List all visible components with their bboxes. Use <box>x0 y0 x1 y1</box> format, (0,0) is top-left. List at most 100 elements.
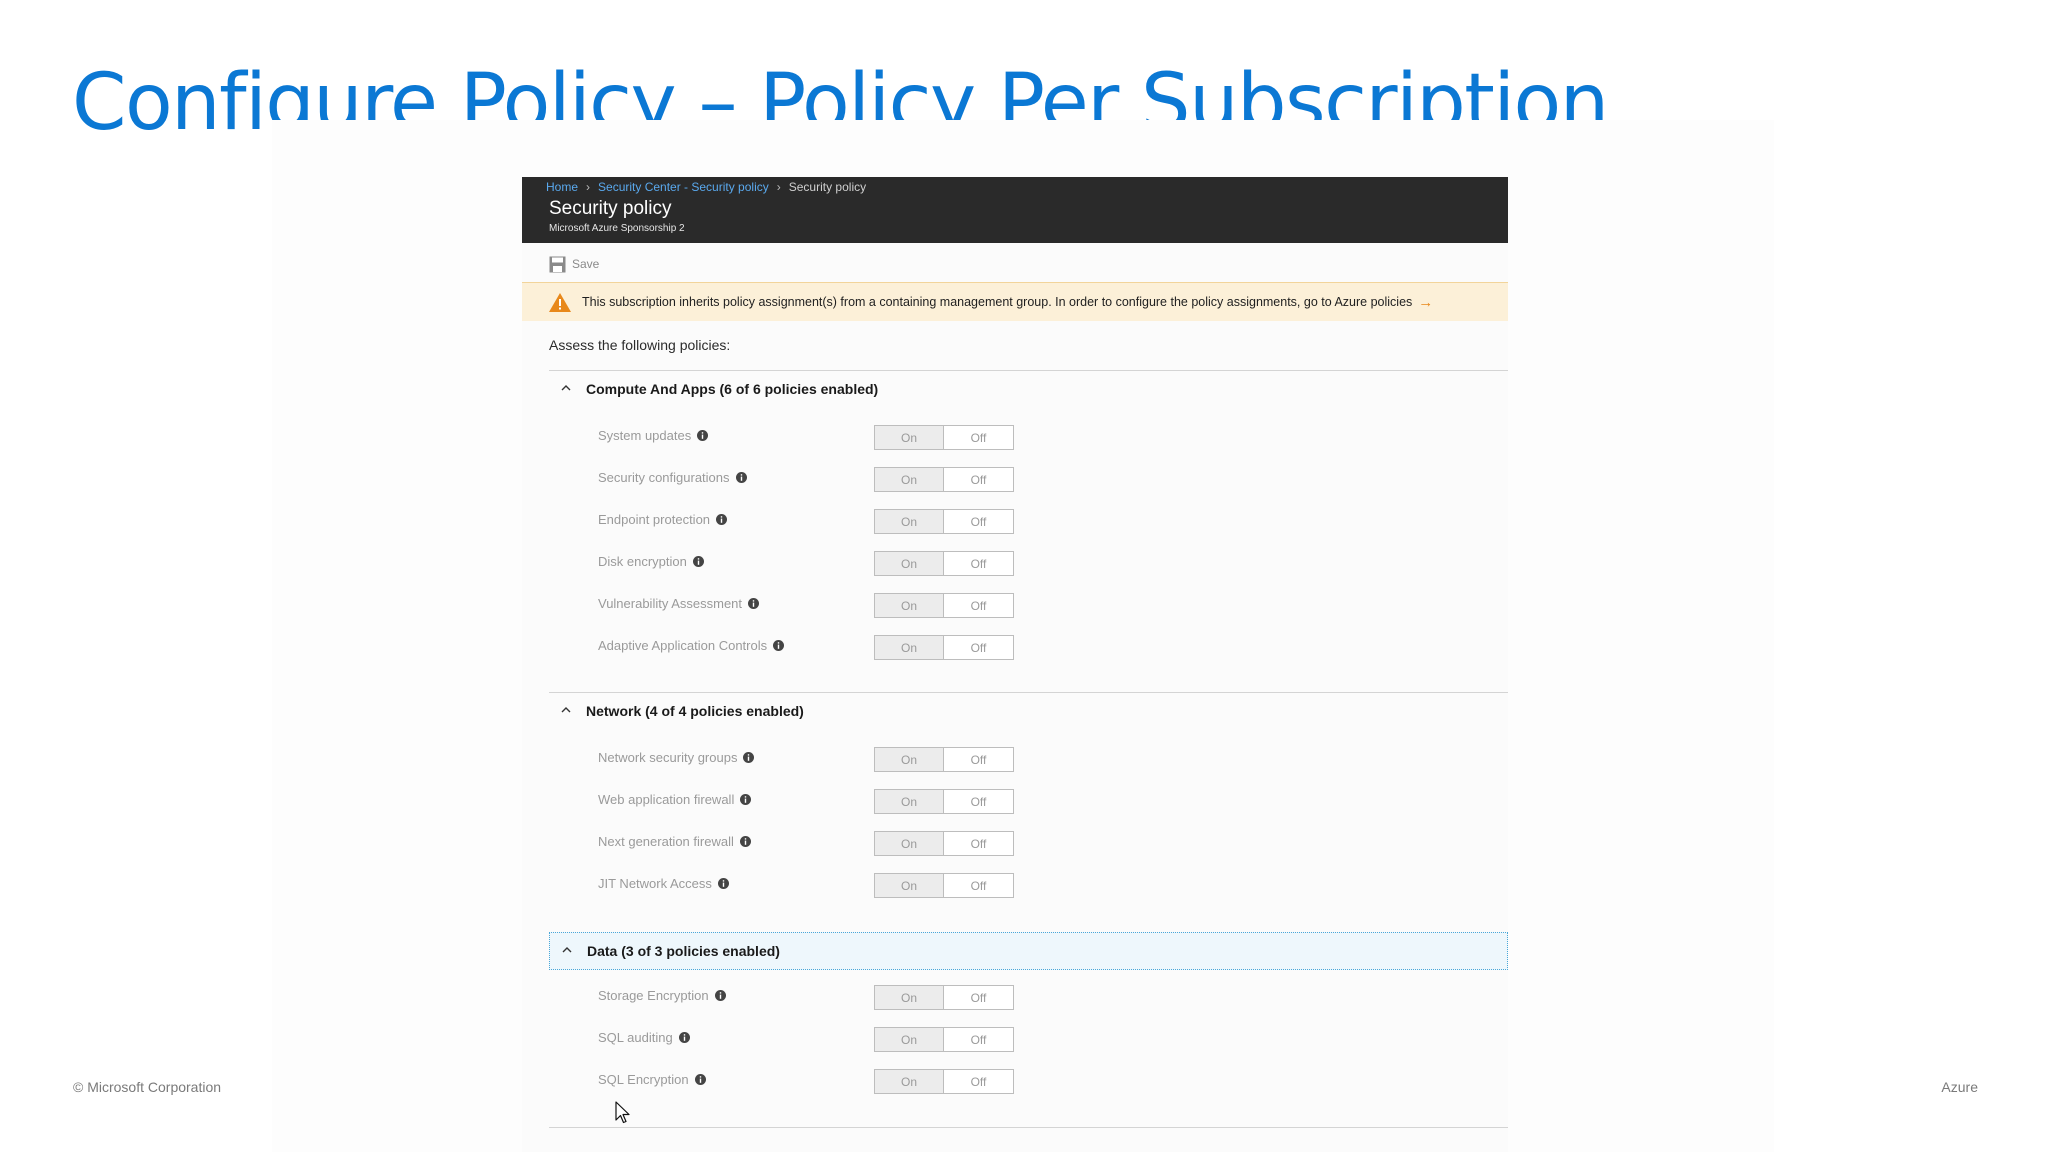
policy-row-sql-encryption: SQL Encryption On Off <box>522 1069 1508 1095</box>
toggle-on-option[interactable]: On <box>875 510 944 533</box>
breadcrumb-separator-icon: › <box>586 180 591 194</box>
section-header-data[interactable]: Data (3 of 3 policies enabled) <box>549 932 1508 970</box>
info-icon[interactable] <box>743 752 755 763</box>
inheritance-warning-banner[interactable]: This subscription inherits policy assign… <box>522 282 1508 321</box>
toggle-on-option[interactable]: On <box>875 1028 944 1051</box>
policy-name: Network security groups <box>598 750 738 765</box>
toggle-off-option[interactable]: Off <box>944 468 1013 491</box>
policy-toggle: On Off <box>874 467 1014 492</box>
blade-header: Home › Security Center - Security policy… <box>522 177 1508 243</box>
info-icon[interactable] <box>717 878 729 889</box>
policy-toggle: On Off <box>874 593 1014 618</box>
security-policy-blade: Home › Security Center - Security policy… <box>522 177 1508 1152</box>
section-title: Network (4 of 4 policies enabled) <box>586 703 804 719</box>
arrow-right-icon[interactable]: → <box>1418 294 1433 311</box>
toggle-on-option[interactable]: On <box>875 636 944 659</box>
chevron-up-icon <box>561 707 571 713</box>
toggle-off-option[interactable]: Off <box>944 1028 1013 1051</box>
toggle-on-option[interactable]: On <box>875 594 944 617</box>
breadcrumb-security-center-link[interactable]: Security Center - Security policy <box>598 180 769 194</box>
toggle-on-option[interactable]: On <box>875 874 944 897</box>
policy-row-next-generation-firewall: Next generation firewall On Off <box>522 831 1508 857</box>
policy-toggle: On Off <box>874 635 1014 660</box>
section-title: Data (3 of 3 policies enabled) <box>587 943 780 959</box>
policy-row-sql-auditing: SQL auditing On Off <box>522 1027 1508 1053</box>
policy-name: Adaptive Application Controls <box>598 638 768 653</box>
policy-toggle: On Off <box>874 425 1014 450</box>
toggle-on-option[interactable]: On <box>875 1070 944 1093</box>
toggle-on-option[interactable]: On <box>875 790 944 813</box>
policy-name: Endpoint protection <box>598 512 711 527</box>
policy-row-endpoint-protection: Endpoint protection On Off <box>522 509 1508 535</box>
policy-row-storage-encryption: Storage Encryption On Off <box>522 985 1508 1011</box>
policy-name: System updates <box>598 428 692 443</box>
policy-name: Next generation firewall <box>598 834 734 849</box>
warning-triangle-icon <box>549 292 571 312</box>
info-icon[interactable] <box>692 556 704 567</box>
info-icon[interactable] <box>773 640 785 651</box>
policy-toggle: On Off <box>874 747 1014 772</box>
toggle-off-option[interactable]: Off <box>944 594 1013 617</box>
policy-row-vulnerability-assessment: Vulnerability Assessment On Off <box>522 593 1508 619</box>
info-icon[interactable] <box>678 1032 690 1043</box>
save-label: Save <box>572 257 600 271</box>
section-divider <box>549 1127 1508 1128</box>
policy-toggle: On Off <box>874 873 1014 898</box>
policy-name: SQL auditing <box>598 1030 673 1045</box>
policy-row-disk-encryption: Disk encryption On Off <box>522 551 1508 577</box>
breadcrumb-home-link[interactable]: Home <box>546 180 578 194</box>
toggle-off-option[interactable]: Off <box>944 510 1013 533</box>
info-icon[interactable] <box>714 990 726 1001</box>
toggle-on-option[interactable]: On <box>875 748 944 771</box>
toggle-off-option[interactable]: Off <box>944 426 1013 449</box>
info-icon[interactable] <box>740 794 752 805</box>
toggle-off-option[interactable]: Off <box>944 1070 1013 1093</box>
toggle-off-option[interactable]: Off <box>944 636 1013 659</box>
policy-row-web-application-firewall: Web application firewall On Off <box>522 789 1508 815</box>
toggle-off-option[interactable]: Off <box>944 986 1013 1009</box>
toggle-on-option[interactable]: On <box>875 426 944 449</box>
chevron-up-icon <box>562 947 572 953</box>
breadcrumb-current: Security policy <box>788 180 867 194</box>
toggle-off-option[interactable]: Off <box>944 552 1013 575</box>
policy-toggle: On Off <box>874 831 1014 856</box>
subscription-name: Microsoft Azure Sponsorship 2 <box>549 223 685 234</box>
blade-title: Security policy <box>549 198 672 219</box>
save-button[interactable]: Save <box>549 254 599 274</box>
policy-row-network-security-groups: Network security groups On Off <box>522 747 1508 773</box>
policy-row-system-updates: System updates On Off <box>522 425 1508 451</box>
info-icon[interactable] <box>748 598 760 609</box>
policy-toggle: On Off <box>874 509 1014 534</box>
policy-toggle: On Off <box>874 789 1014 814</box>
policy-name: Security configurations <box>598 470 730 485</box>
toggle-on-option[interactable]: On <box>875 468 944 491</box>
chevron-up-icon <box>561 385 571 391</box>
warning-text: This subscription inherits policy assign… <box>582 295 1413 309</box>
section-header-network[interactable]: Network (4 of 4 policies enabled) <box>549 693 1508 731</box>
toggle-on-option[interactable]: On <box>875 552 944 575</box>
policy-row-security-configurations: Security configurations On Off <box>522 467 1508 493</box>
info-icon[interactable] <box>735 472 747 483</box>
mouse-pointer-icon <box>615 1101 630 1124</box>
toggle-on-option[interactable]: On <box>875 986 944 1009</box>
policy-row-jit-network-access: JIT Network Access On Off <box>522 873 1508 899</box>
section-header-compute-and-apps[interactable]: Compute And Apps (6 of 6 policies enable… <box>549 371 1508 409</box>
toggle-off-option[interactable]: Off <box>944 832 1013 855</box>
toggle-off-option[interactable]: Off <box>944 790 1013 813</box>
breadcrumb: Home › Security Center - Security policy… <box>546 179 866 195</box>
policy-name: Vulnerability Assessment <box>598 596 743 611</box>
toggle-on-option[interactable]: On <box>875 832 944 855</box>
info-icon[interactable] <box>716 514 728 525</box>
policy-name: Disk encryption <box>598 554 687 569</box>
info-icon[interactable] <box>739 836 751 847</box>
toggle-off-option[interactable]: Off <box>944 874 1013 897</box>
policy-toggle: On Off <box>874 1027 1014 1052</box>
policy-toggle: On Off <box>874 551 1014 576</box>
policy-name: JIT Network Access <box>598 876 712 891</box>
policy-toggle: On Off <box>874 985 1014 1010</box>
info-icon[interactable] <box>694 1074 706 1085</box>
info-icon[interactable] <box>697 430 709 441</box>
policy-row-adaptive-application-controls: Adaptive Application Controls On Off <box>522 635 1508 661</box>
section-title: Compute And Apps (6 of 6 policies enable… <box>586 381 879 397</box>
toggle-off-option[interactable]: Off <box>944 748 1013 771</box>
